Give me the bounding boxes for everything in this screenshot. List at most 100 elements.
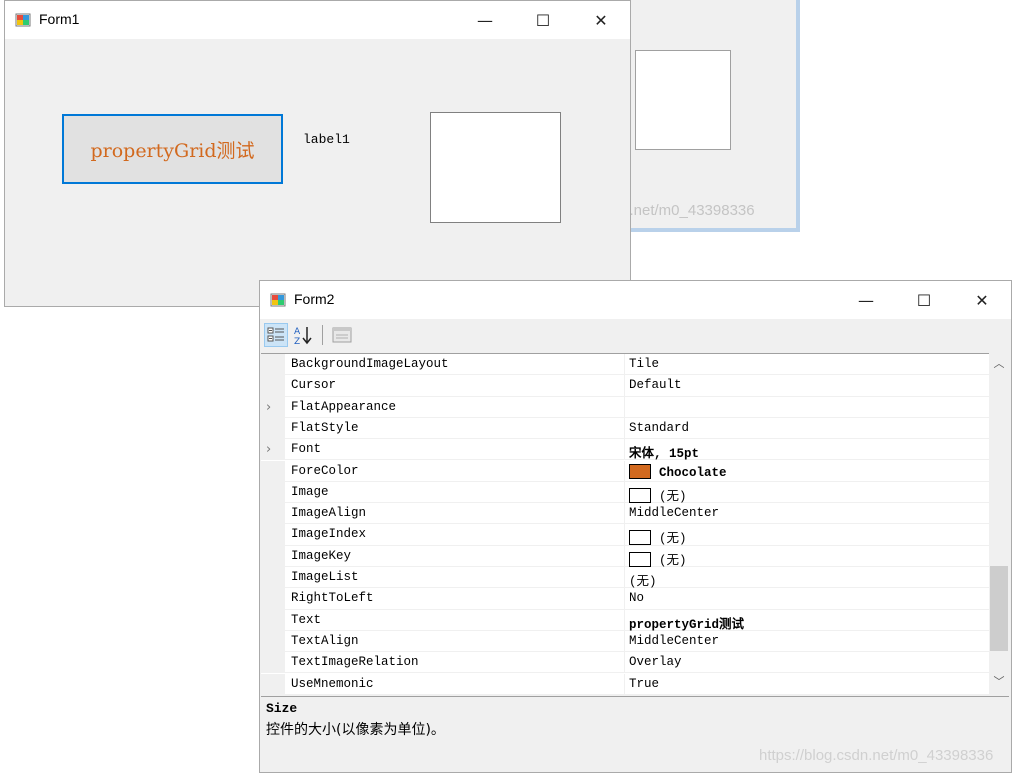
property-row[interactable]: Cursor Default — [261, 375, 989, 397]
property-row[interactable]: ImageIndex (无) — [261, 524, 989, 546]
expand-chevron-icon[interactable]: › — [266, 400, 271, 415]
row-margin — [261, 481, 285, 503]
form1-titlebar[interactable]: Form1 — ☐ ✕ — [5, 1, 630, 39]
vertical-scrollbar[interactable]: ︿ ﹀ — [989, 353, 1009, 693]
column-splitter[interactable] — [624, 439, 625, 460]
column-splitter[interactable] — [624, 652, 625, 673]
property-row[interactable]: ImageKey (无) — [261, 545, 989, 568]
property-value[interactable]: MiddleCenter — [629, 634, 719, 648]
column-splitter[interactable] — [624, 588, 625, 609]
description-title: Size — [266, 701, 298, 716]
property-value[interactable]: propertyGrid测试 — [629, 613, 744, 632]
form2-window[interactable]: Form2 — ☐ ✕ A Z BackgroundImageLayout Ti… — [259, 280, 1012, 773]
background-window: m.net/m0_43398336 — [615, 0, 800, 232]
form1-window[interactable]: Form1 — ☐ ✕ propertyGrid测试 label1 — [4, 0, 631, 307]
property-value[interactable]: Standard — [629, 421, 689, 435]
row-margin — [261, 460, 285, 481]
property-value-text: (无) — [659, 553, 687, 568]
property-pages-button[interactable] — [330, 323, 354, 347]
property-value-text: True — [629, 676, 660, 691]
property-value-text: (无) — [659, 532, 687, 547]
property-row[interactable]: Image (无) — [261, 481, 989, 504]
expand-chevron-icon[interactable]: › — [266, 442, 271, 457]
categorized-icon — [267, 327, 284, 342]
property-row[interactable]: Text propertyGrid测试 — [261, 609, 989, 632]
column-splitter[interactable] — [624, 396, 625, 417]
property-value[interactable]: MiddleCenter — [629, 506, 719, 520]
property-name: FlatStyle — [291, 420, 359, 435]
property-row[interactable]: › FlatAppearance — [261, 396, 989, 418]
property-row[interactable]: ImageList (无) — [261, 567, 989, 589]
description-text: 控件的大小(以像素为单位)。 — [266, 722, 445, 738]
background-panel — [635, 50, 731, 150]
scroll-thumb[interactable] — [990, 566, 1008, 651]
close-button[interactable]: ✕ — [953, 281, 1011, 319]
form2-titlebar[interactable]: Form2 — ☐ ✕ — [260, 281, 1011, 319]
property-row[interactable]: RightToLeft No — [261, 588, 989, 610]
column-splitter[interactable] — [624, 481, 625, 503]
column-splitter[interactable] — [624, 503, 625, 524]
minimize-button[interactable]: — — [837, 281, 895, 319]
maximize-button[interactable]: ☐ — [514, 1, 572, 39]
property-grid-test-button[interactable]: propertyGrid测试 — [62, 114, 283, 184]
property-row[interactable]: BackgroundImageLayout Tile — [261, 354, 989, 376]
scroll-down-button[interactable]: ﹀ — [989, 671, 1009, 691]
property-value[interactable]: Chocolate — [629, 463, 727, 480]
property-row[interactable]: TextImageRelation Overlay — [261, 652, 989, 674]
property-value[interactable]: Overlay — [629, 655, 682, 669]
categorized-button[interactable] — [264, 323, 288, 347]
column-splitter[interactable] — [624, 417, 625, 439]
property-value[interactable]: True — [629, 677, 659, 691]
column-splitter[interactable] — [624, 460, 625, 481]
row-margin — [261, 503, 285, 524]
property-value[interactable]: (无) — [629, 570, 657, 589]
color-swatch — [629, 487, 651, 503]
property-value-text: MiddleCenter — [629, 633, 720, 648]
color-swatch — [629, 463, 651, 479]
row-margin — [261, 545, 285, 566]
column-splitter[interactable] — [624, 524, 625, 545]
property-grid[interactable]: BackgroundImageLayout Tile Cursor Default › F… — [261, 353, 989, 694]
property-name: Font — [291, 442, 322, 457]
color-swatch — [629, 551, 651, 567]
alphabetical-button[interactable]: A Z — [291, 323, 315, 347]
property-row[interactable]: TextAlign MiddleCenter — [261, 630, 989, 653]
property-value[interactable]: No — [629, 591, 644, 605]
property-value-text: (无) — [659, 489, 687, 504]
property-grid-toolbar: A Z — [260, 319, 1011, 351]
maximize-button[interactable]: ☐ — [895, 281, 953, 319]
property-value[interactable]: (无) — [629, 485, 687, 504]
property-row[interactable]: › Font 宋体, 15pt — [261, 439, 989, 461]
property-value[interactable]: 宋体, 15pt — [629, 442, 699, 461]
column-splitter[interactable] — [624, 673, 625, 694]
property-row[interactable]: ForeColor Chocolate — [261, 460, 989, 482]
property-value[interactable]: (无) — [629, 549, 687, 568]
column-splitter[interactable] — [624, 609, 625, 630]
property-name: ImageKey — [291, 548, 352, 563]
svg-text:Z: Z — [294, 337, 300, 345]
column-splitter[interactable] — [624, 630, 625, 652]
maximize-icon: ☐ — [535, 10, 551, 30]
column-splitter[interactable] — [624, 375, 625, 396]
row-margin — [261, 567, 285, 588]
scroll-up-button[interactable]: ︿ — [989, 353, 1009, 373]
column-splitter[interactable] — [624, 354, 625, 375]
property-name: TextImageRelation — [291, 655, 419, 670]
app-icon — [270, 293, 286, 307]
property-value[interactable]: Default — [629, 378, 682, 392]
row-margin — [261, 652, 285, 673]
property-value-text: Overlay — [629, 655, 682, 670]
property-row[interactable]: FlatStyle Standard — [261, 417, 989, 440]
property-value[interactable]: (无) — [629, 527, 687, 546]
row-margin — [261, 396, 285, 417]
minimize-button[interactable]: — — [456, 1, 514, 39]
property-value[interactable]: Tile — [629, 357, 659, 371]
row-margin — [261, 375, 285, 396]
property-value-text: (无) — [629, 575, 657, 589]
close-button[interactable]: ✕ — [572, 1, 630, 39]
chevron-up-icon: ︿ — [993, 357, 1005, 370]
column-splitter[interactable] — [624, 545, 625, 566]
column-splitter[interactable] — [624, 567, 625, 588]
property-row[interactable]: UseMnemonic True — [261, 673, 989, 694]
property-row[interactable]: ImageAlign MiddleCenter — [261, 503, 989, 525]
